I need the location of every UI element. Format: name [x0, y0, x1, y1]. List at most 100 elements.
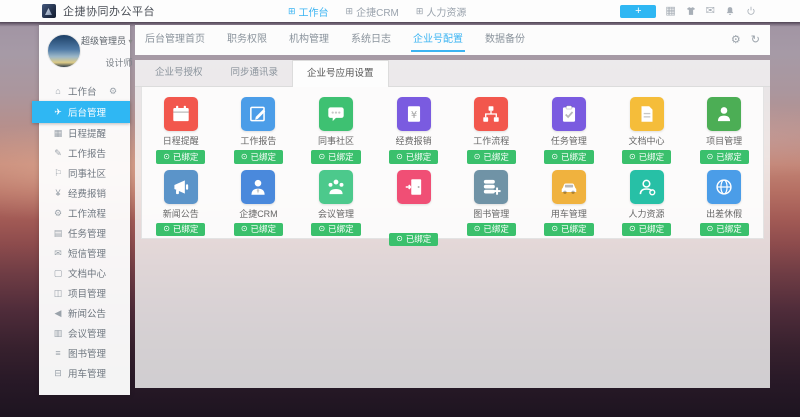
sidebar-item-label: 项目管理: [68, 286, 106, 300]
sidebar-item-9[interactable]: ✉短信管理: [39, 243, 130, 263]
secondary-tab-1[interactable]: 企业号授权: [141, 60, 217, 86]
content-panel: 企业号授权同步通讯录企业号应用设置 日程提醒⊙已绑定工作报告⊙已绑定同事社区⊙已…: [135, 60, 770, 388]
sidebar-item-13[interactable]: ▥会议管理: [39, 323, 130, 343]
community-icon: ⚐: [52, 169, 64, 178]
bound-button[interactable]: ⊙已绑定: [544, 150, 593, 164]
app-tile-2[interactable]: 工作报告⊙已绑定: [220, 91, 298, 164]
bound-button[interactable]: ⊙已绑定: [700, 150, 749, 164]
bound-dot-icon: ⊙: [707, 153, 714, 161]
top-nav-item-1[interactable]: ⊞工作台: [288, 4, 329, 19]
sidebar-item-label: 任务管理: [68, 226, 106, 240]
bound-button[interactable]: ⊙已绑定: [311, 223, 360, 237]
bound-button[interactable]: ⊙已绑定: [467, 223, 516, 237]
bound-button[interactable]: ⊙已绑定: [234, 223, 283, 237]
sidebar-item-8[interactable]: ▤任务管理: [39, 223, 130, 243]
bound-button[interactable]: ⊙已绑定: [389, 150, 438, 164]
sidebar-item-2[interactable]: ✈后台管理: [32, 101, 130, 123]
gear-icon[interactable]: ⚙: [731, 35, 741, 46]
app-logo-icon: [42, 4, 56, 18]
app-tile-5[interactable]: 工作流程 ⊙已绑定: [453, 91, 531, 164]
mail-icon[interactable]: ✉: [706, 6, 715, 17]
bound-button[interactable]: ⊙已绑定: [467, 150, 516, 164]
app-tile-9[interactable]: 新闻公告 ⊙已绑定: [142, 164, 220, 247]
bound-button-label: 已绑定: [328, 225, 354, 234]
primary-tab-2[interactable]: 职务权限: [227, 25, 267, 55]
app-tile-label: 工作流程: [473, 136, 509, 147]
primary-tab-6[interactable]: 数据备份: [485, 25, 525, 55]
secondary-tab-2[interactable]: 同步通讯录: [217, 60, 293, 86]
bound-button-label: 已绑定: [716, 153, 742, 162]
secondary-tab-3[interactable]: 企业号应用设置: [292, 60, 389, 87]
sidebar-item-3[interactable]: ▦日程提醒: [39, 123, 130, 143]
primary-tab-1[interactable]: 后台管理首页: [145, 25, 205, 55]
primary-tab-3[interactable]: 机构管理: [289, 25, 329, 55]
bound-button[interactable]: ⊙已绑定: [544, 223, 593, 237]
bell-icon[interactable]: [724, 5, 736, 17]
crm-icon: [241, 170, 275, 204]
bound-button[interactable]: ⊙已绑定: [622, 150, 671, 164]
sidebar-item-15[interactable]: ⊟用车管理: [39, 363, 130, 383]
bound-button[interactable]: ⊙已绑定: [156, 223, 205, 237]
app-tile-1[interactable]: 日程提醒⊙已绑定: [142, 91, 220, 164]
sms-icon: ✉: [52, 249, 64, 258]
app-tile-8[interactable]: 项目管理⊙已绑定: [685, 91, 763, 164]
vehicle-small-icon: ⊟: [52, 369, 64, 378]
app-tile-10[interactable]: 企捷CRM⊙已绑定: [220, 164, 298, 247]
sidebar-item-14[interactable]: ≡图书管理: [39, 343, 130, 363]
add-button[interactable]: +: [620, 5, 656, 18]
app-tile-16[interactable]: 出差休假⊙已绑定: [685, 164, 763, 247]
power-icon[interactable]: [745, 5, 757, 17]
sidebar-item-7[interactable]: ⚙工作流程: [39, 203, 130, 223]
bound-button-label: 已绑定: [716, 225, 742, 234]
primary-tab-5[interactable]: 企业号配置: [413, 25, 463, 55]
top-nav-item-3[interactable]: ⊞人力资源: [416, 4, 467, 19]
megaphone-icon: [164, 170, 198, 204]
app-tile-4[interactable]: ¥ 经费报销 ⊙已绑定: [375, 91, 453, 164]
nav-grid-icon: ⊞: [346, 7, 354, 16]
app-tile-3[interactable]: 同事社区⊙已绑定: [297, 91, 375, 164]
app-tile-15[interactable]: 人力资源⊙已绑定: [608, 164, 686, 247]
sidebar-item-11[interactable]: ◫项目管理: [39, 283, 130, 303]
sidebar-item-4[interactable]: ✎工作报告: [39, 143, 130, 163]
bound-button-label: 已绑定: [328, 153, 354, 162]
svg-text:¥: ¥: [411, 110, 417, 121]
gear-icon[interactable]: ⚙: [107, 87, 119, 96]
sidebar-item-12[interactable]: ◀新闻公告: [39, 303, 130, 323]
app-tile-6[interactable]: 任务管理⊙已绑定: [530, 91, 608, 164]
app-tile-label: 会议管理: [318, 209, 354, 220]
bound-dot-icon: ⊙: [474, 153, 481, 161]
door-icon: [397, 170, 431, 204]
top-header: 企捷协同办公平台 ⊞工作台⊞企捷CRM⊞人力资源 + ▦✉: [0, 0, 800, 22]
sidebar-item-label: 经费报销: [68, 186, 106, 200]
sidebar-item-label: 工作台: [68, 84, 97, 98]
primary-tab-4[interactable]: 系统日志: [351, 25, 391, 55]
bound-dot-icon: ⊙: [396, 153, 403, 161]
app-tile-7[interactable]: 文档中心⊙已绑定: [608, 91, 686, 164]
app-tile-11[interactable]: 会议管理 ⊙已绑定: [297, 164, 375, 247]
bound-button[interactable]: ⊙已绑定: [234, 150, 283, 164]
sidebar-item-5[interactable]: ⚐同事社区: [39, 163, 130, 183]
invoice-icon: ¥: [397, 97, 431, 131]
bound-button[interactable]: ⊙已绑定: [311, 150, 360, 164]
sidebar-item-label: 新闻公告: [68, 306, 106, 320]
app-tile-12[interactable]: ⊙已绑定: [375, 164, 453, 247]
app-tile-13[interactable]: 图书管理⊙已绑定: [453, 164, 531, 247]
app-tile-label: 经费报销: [396, 136, 432, 147]
top-nav-label: 企捷CRM: [356, 4, 399, 19]
bound-dot-icon: ⊙: [551, 153, 558, 161]
user-name-dropdown[interactable]: 超级管理员 ▾: [81, 37, 133, 46]
bound-button[interactable]: ⊙已绑定: [156, 150, 205, 164]
bound-button-label: 已绑定: [483, 225, 509, 234]
bound-button[interactable]: ⊙已绑定: [622, 223, 671, 237]
apps-grid-icon[interactable]: ▦: [665, 6, 675, 17]
app-tile-label: 新闻公告: [163, 209, 199, 220]
theme-shirt-icon[interactable]: [685, 5, 697, 17]
bound-button[interactable]: ⊙已绑定: [389, 233, 438, 247]
sidebar-item-1[interactable]: ⌂工作台⚙: [39, 81, 130, 101]
sidebar-item-6[interactable]: ¥经费报销: [39, 183, 130, 203]
top-nav-item-2[interactable]: ⊞企捷CRM: [346, 4, 399, 19]
sidebar-item-10[interactable]: ▢文档中心: [39, 263, 130, 283]
bound-button[interactable]: ⊙已绑定: [700, 223, 749, 237]
app-tile-14[interactable]: 用车管理⊙已绑定: [530, 164, 608, 247]
refresh-icon[interactable]: ↻: [751, 35, 760, 46]
